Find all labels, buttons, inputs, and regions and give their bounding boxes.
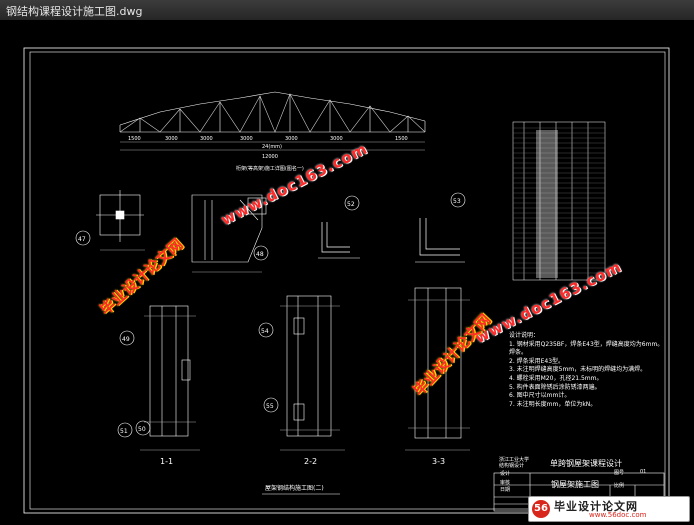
bubble-label: 52 xyxy=(347,201,355,208)
title-block-drawing-name: 钢屋架施工图 xyxy=(551,480,599,489)
title-block-row: 日期 xyxy=(500,487,511,493)
truss-dim: 3000 xyxy=(240,136,253,142)
notes-line: 1. 钢材采用Q235BF，焊条E43型，焊缝高度均为6mm。 xyxy=(509,340,664,348)
material-table-rows xyxy=(513,127,605,274)
truss-dim: 3000 xyxy=(285,136,298,142)
bubble-label: 53 xyxy=(453,198,461,205)
section-label: 2-2 xyxy=(304,457,317,466)
truss-span: 24(mm) xyxy=(262,144,282,150)
bubble-label: 49 xyxy=(122,336,130,343)
truss-dim: 1500 xyxy=(395,136,408,142)
truss-total: 12000 xyxy=(262,154,278,160)
brand-badge: 56 毕业设计论文网 www.56doc.com xyxy=(528,496,690,522)
notes-line: 4. 螺栓采用M20，孔径21.5mm。 xyxy=(509,374,603,382)
brand-logo: 56 xyxy=(532,500,550,518)
window-titlebar: 钢结构课程设计施工图.dwg xyxy=(0,0,694,21)
notes-line: 5. 构件表面除锈后涂防锈漆两遍。 xyxy=(509,383,601,391)
bubble-label: 48 xyxy=(256,251,264,258)
section-labels: 1-1 2-2 3-3 屋架钢结构施工图(二) xyxy=(160,457,445,495)
plate-detail-1 xyxy=(96,190,145,251)
bubble-label: 50 xyxy=(138,426,146,433)
title-block-row: 审核 xyxy=(500,480,511,486)
section-2-2 xyxy=(280,295,345,451)
window-title: 钢结构课程设计施工图.dwg xyxy=(6,5,143,18)
truss-dim: 3000 xyxy=(200,136,213,142)
notes-line: 6. 图中尺寸以mm计。 xyxy=(509,392,571,400)
bubble-label: 55 xyxy=(266,403,274,410)
bubble-label: 47 xyxy=(78,236,86,243)
truss-dim: 3000 xyxy=(330,136,343,142)
sheet-caption: 屋架钢结构施工图(二) xyxy=(265,484,324,492)
notes-heading: 设计说明： xyxy=(509,332,540,339)
title-block-project: 单跨钢屋架课程设计 xyxy=(550,459,622,468)
title-block-scale-label: 比例 xyxy=(614,483,625,489)
angle-section-1 xyxy=(318,222,360,259)
title-block-school: 浙江工业大学结构钢设计 xyxy=(499,457,530,469)
truss-caption: 桁架(等高架)施工详图(图名一) xyxy=(236,165,304,172)
notes-line: 3. 未注明焊缝高度5mm，未标明的焊缝均为满焊。 xyxy=(509,366,647,374)
truss-dim: 3000 xyxy=(165,136,178,142)
notes-line: 7. 未注明长度mm，单位为kN。 xyxy=(509,400,597,408)
bubble-label: 54 xyxy=(261,328,269,335)
angle-section-2 xyxy=(415,218,465,263)
truss-dim: 1500 xyxy=(128,136,141,142)
section-label: 3-3 xyxy=(432,457,445,466)
brand-url: www.56doc.com xyxy=(589,511,647,519)
cad-canvas[interactable]: 1500 3000 3000 3000 3000 3000 1500 24(mm… xyxy=(0,20,694,525)
material-table xyxy=(512,121,606,281)
bubble-label: 51 xyxy=(120,428,128,435)
title-block-row: 设计 xyxy=(500,471,511,477)
section-1-1 xyxy=(140,305,200,451)
design-notes: 设计说明： 1. 钢材采用Q235BF，焊条E43型，焊缝高度均为6mm。 焊条… xyxy=(509,332,669,409)
title-block-sheet-no: 01 xyxy=(640,469,647,475)
title-block-sheet-label: 图号 xyxy=(614,470,625,476)
detail-bubbles: 47 48 52 53 49 51 50 54 55 xyxy=(75,192,466,438)
table-fill-band xyxy=(536,130,558,278)
section-label: 1-1 xyxy=(160,457,173,466)
notes-line: 焊条。 xyxy=(509,349,528,357)
